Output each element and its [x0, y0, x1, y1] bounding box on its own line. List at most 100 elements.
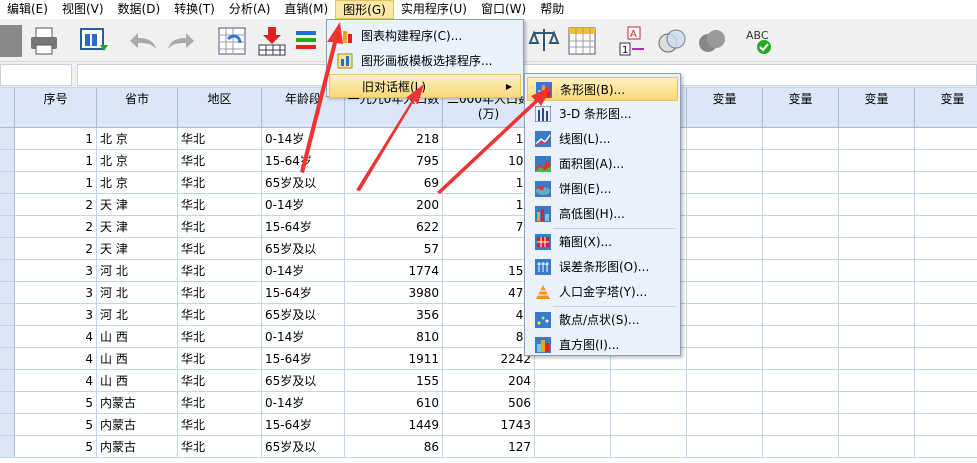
- legacy-menu-item[interactable]: 人口金字塔(Y)...: [527, 280, 678, 304]
- cell[interactable]: 3: [15, 304, 97, 326]
- cell[interactable]: 1: [15, 150, 97, 172]
- goto-variable-icon[interactable]: [256, 25, 288, 57]
- cell[interactable]: 4: [15, 348, 97, 370]
- corner-cell[interactable]: [0, 88, 15, 128]
- cell[interactable]: 5: [15, 436, 97, 458]
- cell[interactable]: 2: [15, 194, 97, 216]
- cell[interactable]: 3980: [345, 282, 443, 304]
- cell[interactable]: 华北: [178, 392, 262, 414]
- cell[interactable]: 107: [443, 150, 535, 172]
- use-sets-icon[interactable]: [656, 25, 688, 57]
- menu-9[interactable]: 帮助: [533, 0, 571, 19]
- cell[interactable]: 内蒙古: [97, 392, 178, 414]
- cell[interactable]: [687, 150, 763, 172]
- undo-icon[interactable]: [126, 25, 158, 57]
- cell[interactable]: 0-14岁: [262, 326, 345, 348]
- cell[interactable]: [535, 392, 611, 414]
- cell[interactable]: 1449: [345, 414, 443, 436]
- cell[interactable]: 河 北: [97, 304, 178, 326]
- cell[interactable]: 86: [345, 436, 443, 458]
- cell[interactable]: 天 津: [97, 238, 178, 260]
- cell[interactable]: 0-14岁: [262, 260, 345, 282]
- cell[interactable]: [687, 348, 763, 370]
- row-header[interactable]: [0, 282, 15, 304]
- cell[interactable]: 810: [345, 326, 443, 348]
- cell[interactable]: [915, 326, 977, 348]
- cell[interactable]: [915, 194, 977, 216]
- cell[interactable]: 华北: [178, 414, 262, 436]
- cell[interactable]: [535, 414, 611, 436]
- cell[interactable]: [839, 304, 915, 326]
- cell[interactable]: [763, 326, 839, 348]
- cell[interactable]: 127: [443, 436, 535, 458]
- cell[interactable]: 2242: [443, 348, 535, 370]
- cell[interactable]: 华北: [178, 128, 262, 150]
- cell[interactable]: [839, 392, 915, 414]
- cell[interactable]: [687, 392, 763, 414]
- cell[interactable]: [763, 370, 839, 392]
- cell[interactable]: 1: [15, 128, 97, 150]
- cell[interactable]: 15-64岁: [262, 348, 345, 370]
- cell[interactable]: 1: [15, 172, 97, 194]
- cell[interactable]: 155: [345, 370, 443, 392]
- cell[interactable]: [611, 436, 687, 458]
- cell[interactable]: [915, 392, 977, 414]
- cell[interactable]: 华北: [178, 150, 262, 172]
- save-icon[interactable]: [0, 25, 22, 57]
- graphs-menu-item[interactable]: 旧对话框(L) ▶: [329, 74, 521, 98]
- legacy-menu-item[interactable]: 误差条形图(O)...: [527, 255, 678, 279]
- cell[interactable]: 11: [443, 172, 535, 194]
- legacy-menu-item[interactable]: 散点/点状(S)...: [527, 308, 678, 332]
- cell[interactable]: 北 京: [97, 128, 178, 150]
- cell[interactable]: [763, 436, 839, 458]
- column-header[interactable]: 变量: [687, 88, 763, 128]
- cell[interactable]: 华北: [178, 194, 262, 216]
- cell[interactable]: 华北: [178, 348, 262, 370]
- cell[interactable]: 3: [15, 282, 97, 304]
- cell[interactable]: [915, 370, 977, 392]
- cell[interactable]: [839, 216, 915, 238]
- column-header[interactable]: 变量: [839, 88, 915, 128]
- cell[interactable]: 15-64岁: [262, 282, 345, 304]
- redo-icon[interactable]: [166, 25, 198, 57]
- cell[interactable]: 57: [345, 238, 443, 260]
- cell[interactable]: [915, 260, 977, 282]
- menu-5[interactable]: 直销(M): [277, 0, 335, 19]
- cell[interactable]: [687, 436, 763, 458]
- cell[interactable]: 山 西: [97, 326, 178, 348]
- row-header[interactable]: [0, 150, 15, 172]
- column-header[interactable]: 序号: [15, 88, 97, 128]
- column-header[interactable]: 省市: [97, 88, 178, 128]
- cell[interactable]: [915, 414, 977, 436]
- cell[interactable]: 4: [15, 370, 97, 392]
- cell[interactable]: 15-64岁: [262, 150, 345, 172]
- row-header[interactable]: [0, 436, 15, 458]
- menu-3[interactable]: 转换(T): [167, 0, 222, 19]
- cell[interactable]: [915, 304, 977, 326]
- cell[interactable]: 0-14岁: [262, 128, 345, 150]
- cell[interactable]: 内蒙古: [97, 436, 178, 458]
- cell[interactable]: 5: [15, 414, 97, 436]
- cell[interactable]: 4: [15, 326, 97, 348]
- cell[interactable]: [915, 238, 977, 260]
- cell[interactable]: [839, 194, 915, 216]
- cell[interactable]: 山 西: [97, 348, 178, 370]
- cell[interactable]: 华北: [178, 370, 262, 392]
- cell[interactable]: 65岁及以: [262, 304, 345, 326]
- menu-0[interactable]: 编辑(E): [0, 0, 55, 19]
- value-labels-icon[interactable]: A1: [616, 25, 648, 57]
- spell-check-icon[interactable]: ABC: [744, 25, 776, 57]
- cell[interactable]: 2: [15, 238, 97, 260]
- recall-dialog-icon[interactable]: [78, 25, 110, 57]
- cell[interactable]: 1774: [345, 260, 443, 282]
- column-header[interactable]: 地区: [178, 88, 262, 128]
- weight-cases-icon[interactable]: [528, 25, 560, 57]
- cell[interactable]: [687, 304, 763, 326]
- cell[interactable]: 65岁及以: [262, 436, 345, 458]
- cell[interactable]: [763, 216, 839, 238]
- cell[interactable]: [839, 370, 915, 392]
- cell[interactable]: 69: [345, 172, 443, 194]
- cell[interactable]: 华北: [178, 282, 262, 304]
- cell[interactable]: [763, 414, 839, 436]
- cell[interactable]: 河 北: [97, 260, 178, 282]
